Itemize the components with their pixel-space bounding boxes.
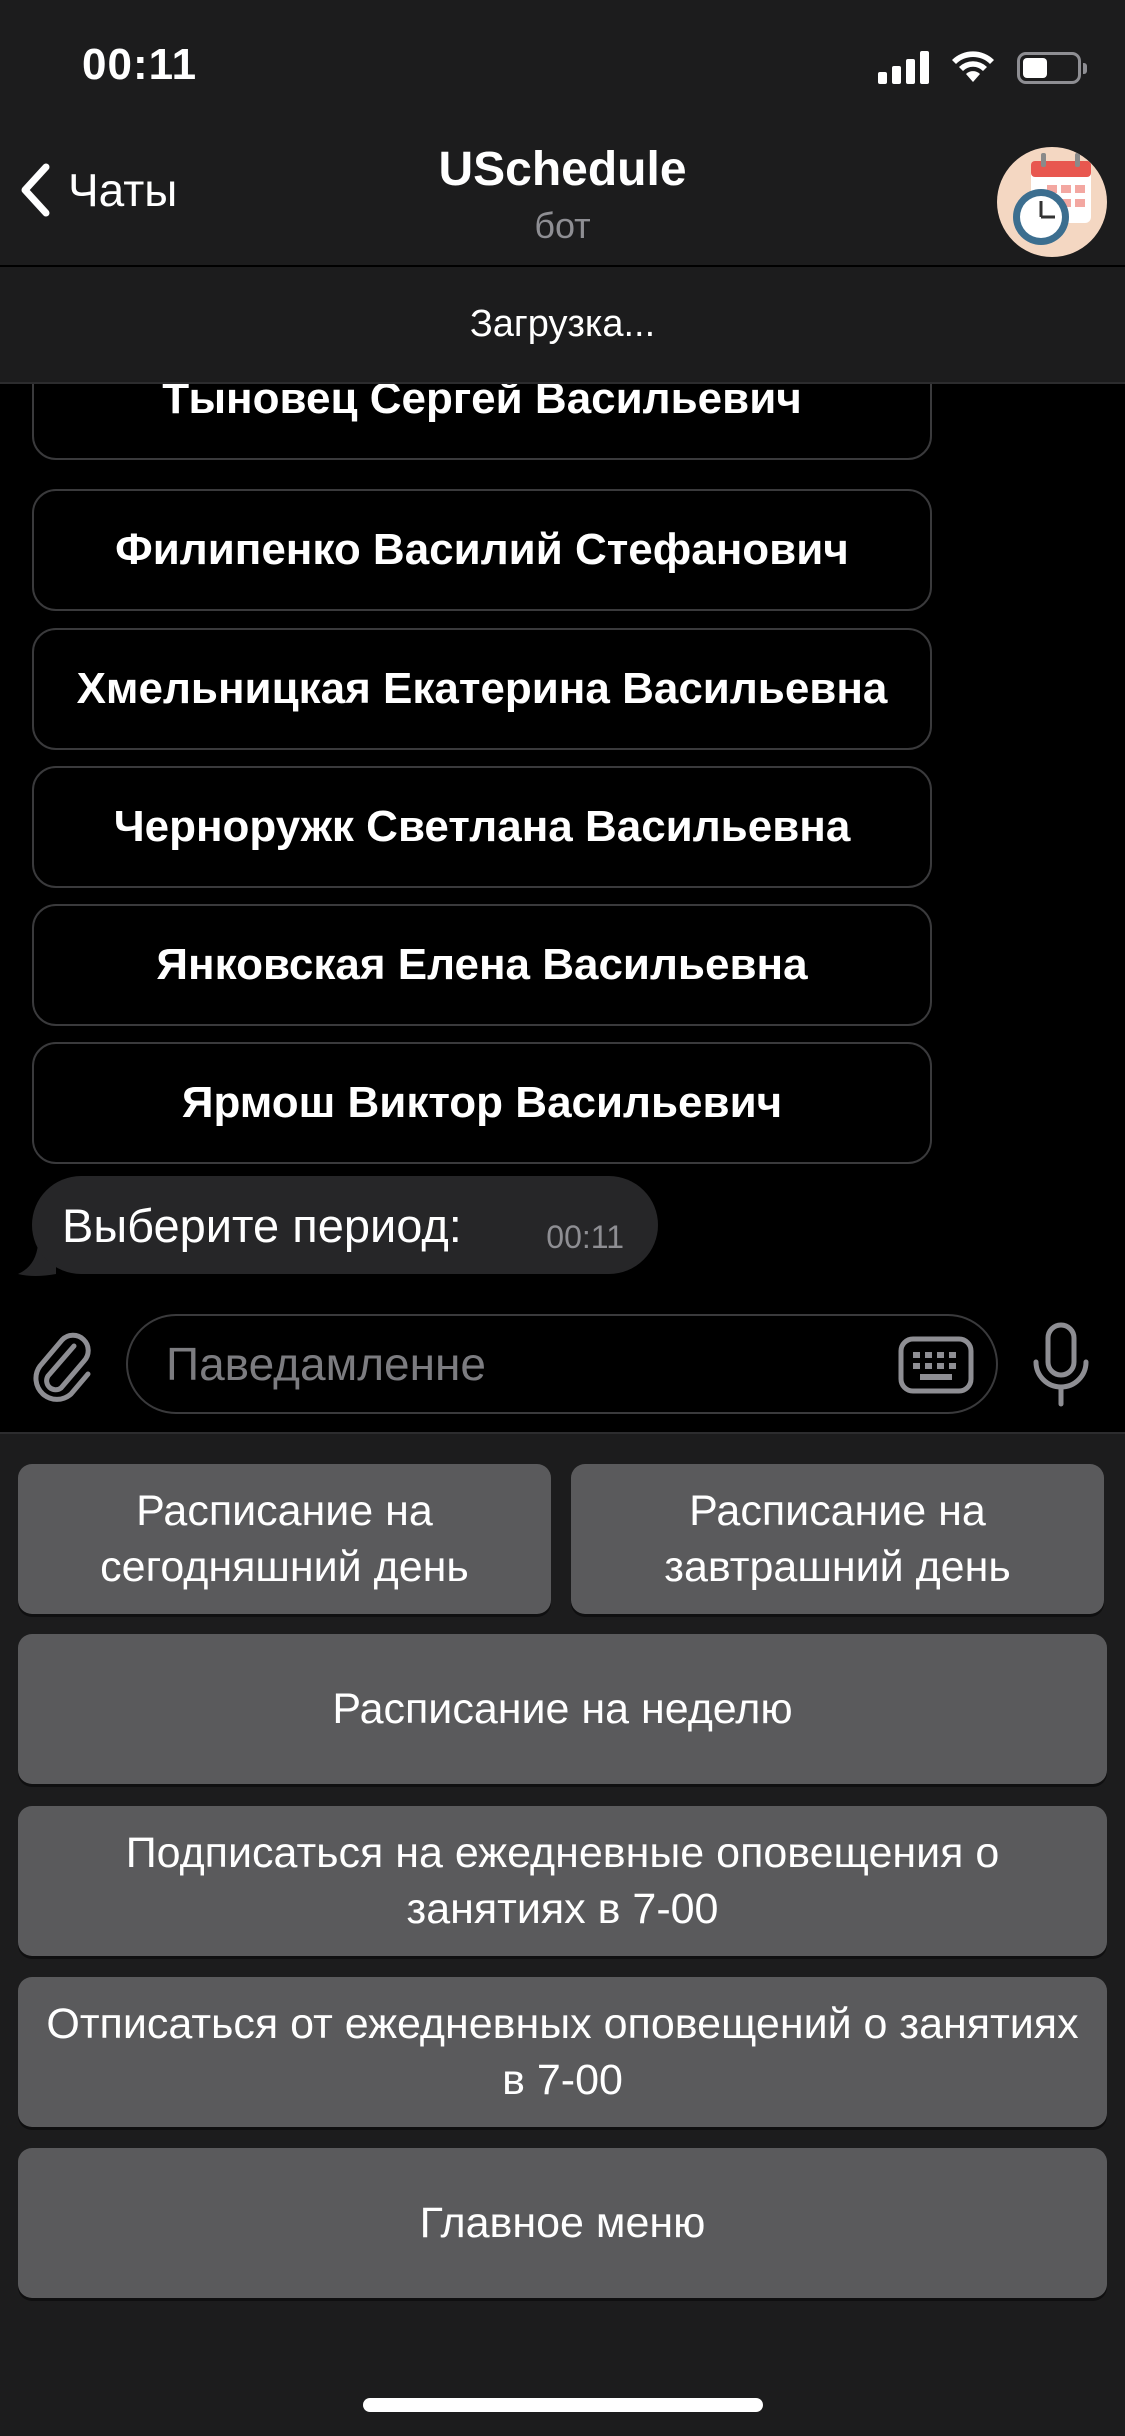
unsubscribe-notifications-button[interactable]: Отписаться от ежедневных оповещений о за… [18, 1977, 1107, 2127]
main-menu-button[interactable]: Главное меню [18, 2148, 1107, 2298]
loading-text: Загрузка... [469, 303, 656, 345]
home-indicator[interactable] [363, 2398, 763, 2412]
message-bubble: Выберите период: 00:11 [32, 1176, 658, 1274]
schedule-today-button[interactable]: Расписание на сегодняшний день [18, 1464, 551, 1614]
inline-button-teacher[interactable]: Филипенко Василий Стефанович [32, 489, 932, 611]
battery-icon [1017, 52, 1087, 84]
message-input-placeholder: Паведамленне [166, 1338, 487, 1390]
bot-reply-keyboard: Расписание на сегодняшний день Расписани… [0, 1432, 1125, 2436]
microphone-icon[interactable] [1030, 1322, 1092, 1408]
back-chevron-icon [21, 163, 50, 217]
inline-button-teacher[interactable]: Черноружк Светлана Васильевна [32, 766, 932, 888]
bot-avatar[interactable] [997, 147, 1107, 257]
status-time: 00:11 [82, 40, 198, 89]
subscribe-notifications-button[interactable]: Подписаться на ежедневные оповещения о з… [18, 1806, 1107, 1956]
inline-button-teacher[interactable]: Хмельницкая Екатерина Васильевна [32, 628, 932, 750]
inline-button-teacher[interactable]: Тыновец Сергей Васильевич [32, 384, 932, 460]
wifi-icon [952, 51, 994, 82]
message-input-bar: Паведамленне [0, 1292, 1125, 1432]
schedule-tomorrow-button[interactable]: Расписание на завтрашний день [571, 1464, 1104, 1614]
message-input[interactable]: Паведамленне [126, 1314, 998, 1414]
message-text: Выберите период: [62, 1198, 462, 1252]
signal-icon [878, 50, 929, 84]
schedule-week-button[interactable]: Расписание на неделю [18, 1634, 1107, 1784]
navigation-header: 00:11 Чаты USchedule бот [0, 0, 1125, 265]
message-time: 00:11 [546, 1219, 624, 1255]
paperclip-icon[interactable] [30, 1328, 96, 1404]
calendar-clock-avatar [1013, 153, 1091, 245]
keyboard-icon[interactable] [898, 1336, 974, 1394]
loading-status-bar: Загрузка... [0, 267, 1125, 384]
status-icons [878, 50, 1087, 84]
back-label: Чаты [68, 164, 178, 216]
inline-button-teacher[interactable]: Янковская Елена Васильевна [32, 904, 932, 1026]
chat-area[interactable]: Тыновец Сергей Васильевич Филипенко Васи… [0, 384, 1125, 1321]
back-button[interactable]: Чаты [20, 163, 177, 217]
inline-button-teacher[interactable]: Ярмош Виктор Васильевич [32, 1042, 932, 1164]
